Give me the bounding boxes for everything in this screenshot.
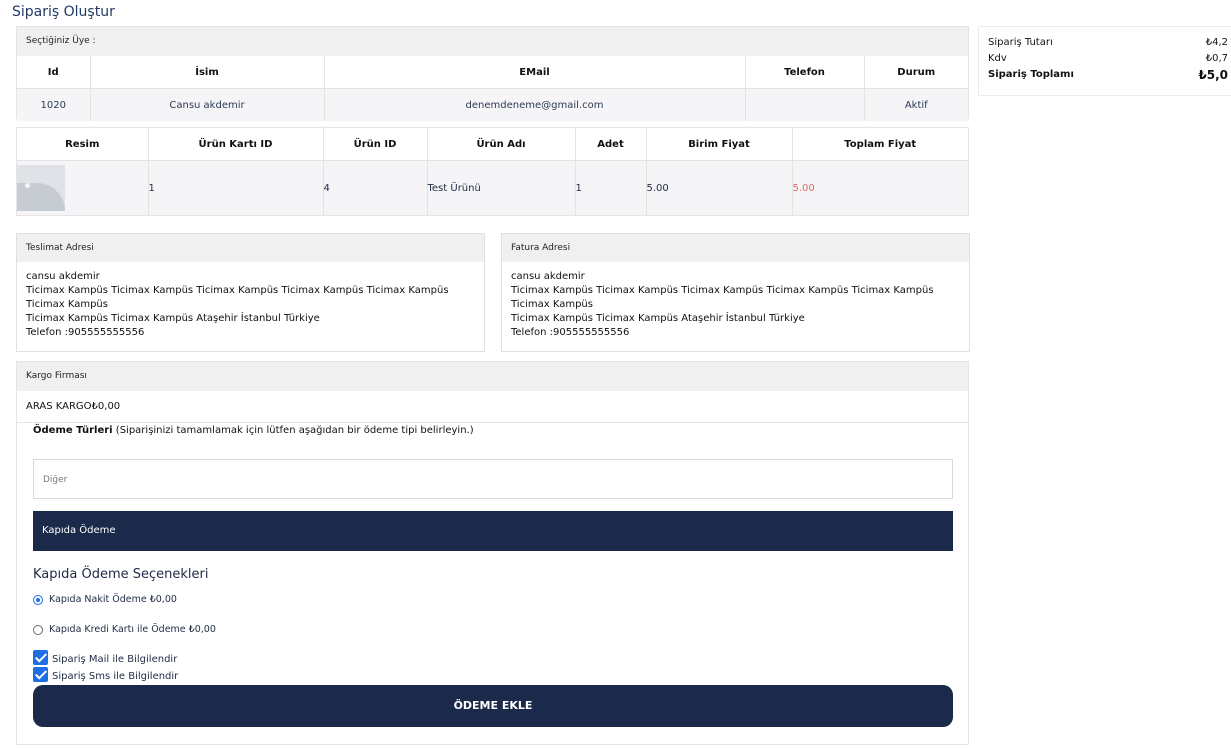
notify-sms-label: Sipariş Sms ile Bilgilendir (52, 671, 179, 682)
summary-total-label: Sipariş Toplamı (988, 69, 1074, 80)
product-id: 4 (323, 160, 428, 215)
product-name: Test Ürünü (427, 160, 576, 215)
member-table: Id İsim EMail Telefon Durum 1020 Cansu a… (17, 56, 968, 121)
column-header-email: EMail (324, 56, 746, 89)
summary-subtotal-row: Sipariş Tutarı ₺4,2 (988, 35, 1228, 51)
cod-option-credit-card-label: Kapıda Kredi Kartı ile Ödeme ₺0,00 (49, 624, 216, 635)
table-row[interactable]: 1020 Cansu akdemir denemdeneme@gmail.com… (17, 88, 968, 121)
billing-address-line: Ticimax Kampüs Ticimax Kampüs Ataşehir İ… (511, 313, 805, 324)
column-header-qty: Adet (575, 128, 647, 161)
billing-address-heading: Fatura Adresi (502, 234, 969, 262)
billing-address-body: cansu akdemir Ticimax Kampüs Ticimax Kam… (502, 262, 969, 348)
checkbox-checked-icon[interactable] (33, 667, 48, 682)
column-header-card-id: Ürün Kartı ID (148, 128, 324, 161)
shipping-address-line: Ticimax Kampüs Ticimax Kampüs Ticimax Ka… (26, 285, 449, 310)
cod-option-cash[interactable]: Kapıda Nakit Ödeme ₺0,00 (33, 594, 177, 605)
member-status: Aktif (864, 88, 968, 121)
billing-address-line: cansu akdemir (511, 271, 585, 282)
payment-types-header: Ödeme Türleri (Siparişinizi tamamlamak i… (33, 425, 474, 436)
billing-address-panel: Fatura Adresi cansu akdemir Ticimax Kamp… (501, 233, 970, 352)
shipping-address-panel: Teslimat Adresi cansu akdemir Ticimax Ka… (16, 233, 485, 352)
column-header-unit-price: Birim Fiyat (646, 128, 793, 161)
summary-total-row: Sipariş Toplamı ₺5,0 (988, 67, 1228, 83)
shipping-address-phone: Telefon :905555555556 (26, 327, 145, 338)
summary-subtotal-label: Sipariş Tutarı (988, 37, 1053, 48)
image-placeholder-icon (17, 165, 65, 211)
notify-mail-checkbox[interactable]: Sipariş Mail ile Bilgilendir (33, 650, 177, 665)
summary-tax-value: ₺0,7 (1205, 53, 1228, 64)
billing-address-phone: Telefon :905555555556 (511, 327, 630, 338)
page-title: Sipariş Oluştur (12, 4, 115, 20)
cod-options-title: Kapıda Ödeme Seçenekleri (33, 567, 209, 582)
member-id: 1020 (17, 88, 91, 121)
product-qty: 1 (575, 160, 647, 215)
column-header-product-name: Ürün Adı (427, 128, 576, 161)
summary-tax-label: Kdv (988, 53, 1007, 64)
cargo-heading: Kargo Firması (17, 362, 968, 391)
column-header-total-price: Toplam Fiyat (792, 128, 968, 161)
column-header-phone: Telefon (745, 56, 865, 89)
table-row[interactable]: 1 4 Test Ürünü 1 5.00 5.00 (17, 160, 968, 215)
notify-mail-label: Sipariş Mail ile Bilgilendir (52, 654, 178, 665)
shipping-address-body: cansu akdemir Ticimax Kampüs Ticimax Kam… (17, 262, 484, 348)
checkbox-checked-icon[interactable] (33, 650, 48, 665)
shipping-address-line: cansu akdemir (26, 271, 100, 282)
product-image-cell (17, 160, 149, 215)
summary-subtotal-value: ₺4,2 (1205, 37, 1228, 48)
product-card-id: 1 (148, 160, 324, 215)
product-unit-price: 5.00 (646, 160, 793, 215)
radio-selected[interactable] (33, 594, 43, 605)
radio-unselected[interactable] (33, 624, 43, 635)
shipping-address-line: Ticimax Kampüs Ticimax Kampüs Ataşehir İ… (26, 313, 320, 324)
order-summary: Sipariş Tutarı ₺4,2 Kdv ₺0,7 Sipariş Top… (978, 26, 1231, 96)
member-phone (745, 88, 865, 121)
notify-sms-checkbox[interactable]: Sipariş Sms ile Bilgilendir (33, 667, 178, 682)
payment-types-hint: (Siparişinizi tamamlamak için lütfen aşa… (112, 425, 474, 436)
summary-total-value: ₺5,0 (1198, 68, 1228, 82)
billing-address-line: Ticimax Kampüs Ticimax Kampüs Ticimax Ka… (511, 285, 934, 310)
shipping-address-heading: Teslimat Adresi (17, 234, 484, 262)
cod-option-cash-label: Kapıda Nakit Ödeme ₺0,00 (49, 594, 177, 605)
column-header-status: Durum (864, 56, 968, 89)
column-header-image: Resim (17, 128, 149, 161)
member-panel: Seçtiğiniz Üye : Id İsim EMail Telefon D… (16, 26, 969, 121)
products-panel: Resim Ürün Kartı ID Ürün ID Ürün Adı Ade… (16, 127, 969, 216)
payment-types-title: Ödeme Türleri (33, 425, 113, 436)
member-heading: Seçtiğiniz Üye : (17, 27, 968, 56)
summary-tax-row: Kdv ₺0,7 (988, 51, 1228, 67)
column-header-name: İsim (90, 56, 325, 89)
cargo-value: ARAS KARGO₺0,00 (17, 391, 968, 423)
cod-option-credit-card[interactable]: Kapıda Kredi Kartı ile Ödeme ₺0,00 (33, 624, 216, 635)
product-total-price: 5.00 (792, 160, 968, 215)
member-email: denemdeneme@gmail.com (324, 88, 746, 121)
payment-tab-cash-on-delivery[interactable]: Kapıda Ödeme (33, 511, 953, 551)
member-name: Cansu akdemir (90, 88, 325, 121)
payment-type-other[interactable]: Diğer (33, 459, 953, 499)
column-header-product-id: Ürün ID (323, 128, 428, 161)
add-payment-button[interactable]: ÖDEME EKLE (33, 685, 953, 727)
products-table: Resim Ürün Kartı ID Ürün ID Ürün Adı Ade… (17, 128, 968, 215)
column-header-id: Id (17, 56, 91, 89)
